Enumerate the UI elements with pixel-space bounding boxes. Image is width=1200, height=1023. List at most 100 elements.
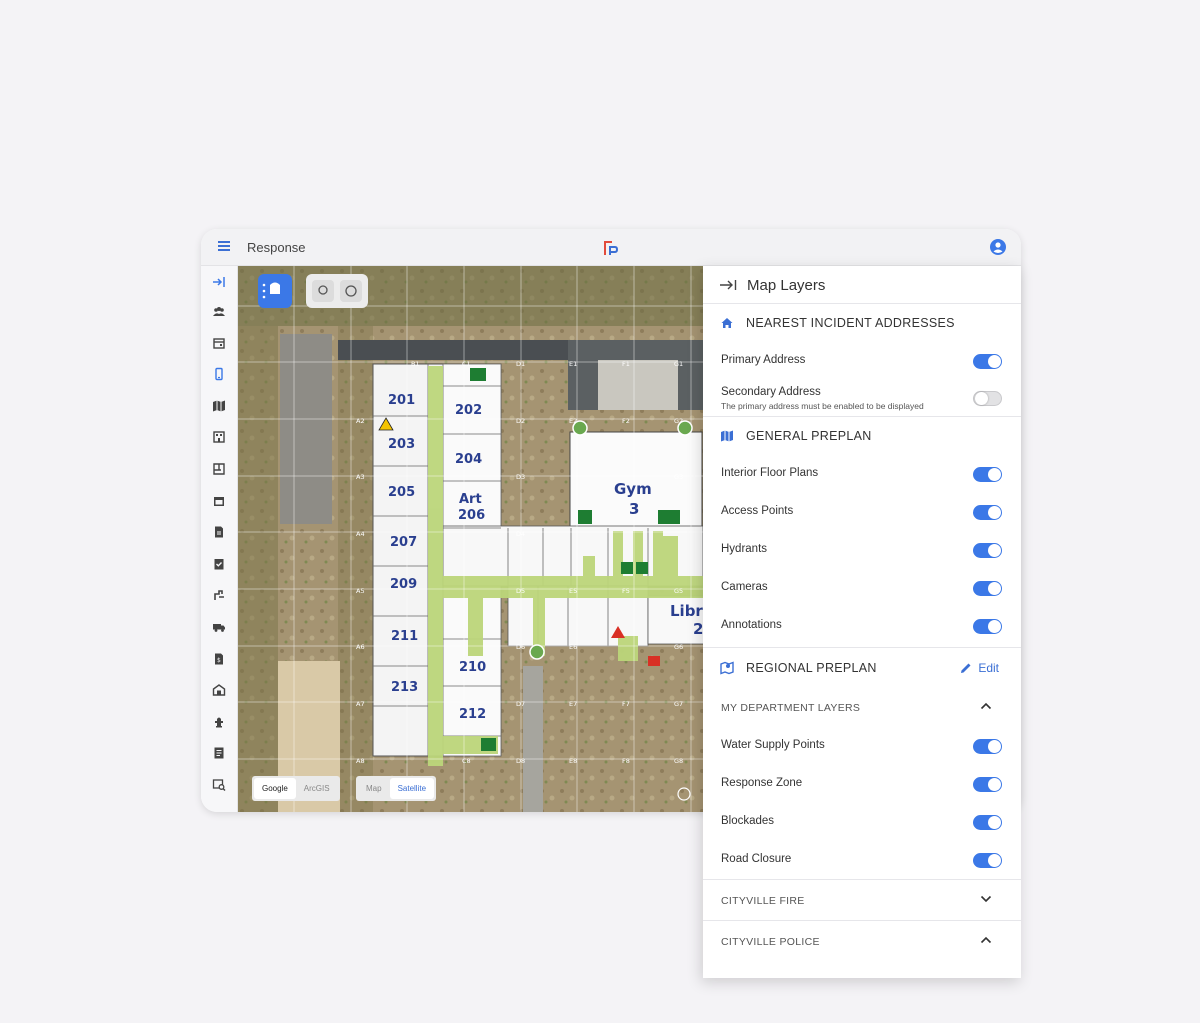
truck-icon[interactable] <box>212 620 226 634</box>
edit-regional-button[interactable]: Edit <box>960 661 999 675</box>
map-icon[interactable] <box>212 399 226 413</box>
blockades-row: Blockades <box>703 803 1021 841</box>
room-label: Art <box>459 492 482 507</box>
mobile-device-icon[interactable] <box>212 367 226 381</box>
access-points-toggle[interactable] <box>973 505 1002 520</box>
document-icon[interactable] <box>212 525 226 539</box>
panel-header: Map Layers <box>703 266 1021 304</box>
blockades-toggle[interactable] <box>973 815 1002 830</box>
section-label: NEAREST INCIDENT ADDRESSES <box>746 316 955 330</box>
interior-floor-plans-toggle[interactable] <box>973 467 1002 482</box>
cityville-fire-header[interactable]: CITYVILLE FIRE <box>703 880 1021 920</box>
top-bar: Response <box>201 229 1021 266</box>
room-label: 212 <box>459 707 486 722</box>
station-icon[interactable] <box>212 683 226 697</box>
room-label: 203 <box>388 437 415 452</box>
svg-text:F2: F2 <box>622 417 630 425</box>
row-label: Annotations <box>721 619 782 631</box>
user-account-icon[interactable] <box>990 239 1006 255</box>
arcgis-source-option[interactable]: ArcGIS <box>296 778 338 799</box>
svg-text:G1: G1 <box>674 360 683 368</box>
row-label: Cameras <box>721 581 768 593</box>
room-label: 205 <box>388 485 415 500</box>
svg-text:D7: D7 <box>516 700 525 708</box>
svg-text:F7: F7 <box>622 700 630 708</box>
svg-text:D4: D4 <box>516 530 525 538</box>
water-supply-points-toggle[interactable] <box>973 739 1002 754</box>
row-label: Hydrants <box>721 543 768 555</box>
invoice-icon[interactable]: $ <box>212 652 226 666</box>
cameras-row: Cameras <box>703 569 1021 607</box>
expand-rail-icon[interactable] <box>212 275 226 289</box>
team-icon[interactable] <box>212 305 226 319</box>
svg-text:A6: A6 <box>356 643 365 651</box>
response-zone-toggle[interactable] <box>973 777 1002 792</box>
svg-text:D3: D3 <box>516 473 525 481</box>
secondary-address-toggle[interactable] <box>973 391 1002 406</box>
room-label: 210 <box>459 660 486 675</box>
svg-text:D8: D8 <box>516 757 525 765</box>
svg-text:F1: F1 <box>622 360 630 368</box>
svg-text:E5: E5 <box>569 587 577 595</box>
row-label: Water Supply Points <box>721 739 825 751</box>
my-department-layers-header[interactable]: MY DEPARTMENT LAYERS <box>703 687 1021 727</box>
chevron-down-icon[interactable] <box>980 895 992 903</box>
room-label: 204 <box>455 452 482 467</box>
chevron-up-icon[interactable] <box>980 702 992 710</box>
schedule-icon[interactable] <box>212 494 226 508</box>
google-source-option[interactable]: Google <box>254 778 296 799</box>
svg-text:E1: E1 <box>569 360 577 368</box>
hydrants-row: Hydrants <box>703 531 1021 569</box>
pencil-icon <box>961 663 971 673</box>
road-closure-toggle[interactable] <box>973 853 1002 868</box>
building-icon[interactable] <box>212 430 226 444</box>
cityville-police-header[interactable]: CITYVILLE POLICE <box>703 921 1021 961</box>
access-points-row: Access Points <box>703 493 1021 531</box>
svg-text:B1: B1 <box>411 360 420 368</box>
map-layers-panel: Map Layers NEAREST INCIDENT ADDRESSES Pr… <box>703 266 1021 978</box>
menu-icon[interactable] <box>218 241 230 251</box>
fire-hydrant-icon[interactable] <box>212 715 226 729</box>
checklist-icon[interactable] <box>212 557 226 571</box>
map-source-switch: Google ArcGIS <box>252 776 340 801</box>
svg-text:F8: F8 <box>622 757 630 765</box>
row-note: The primary address must be enabled to b… <box>721 401 924 411</box>
water-supply-points-row: Water Supply Points <box>703 727 1021 765</box>
room-label: 2 <box>693 620 703 638</box>
svg-text:G5: G5 <box>674 587 683 595</box>
calendar-event-icon[interactable] <box>212 336 226 350</box>
map-type-option[interactable]: Map <box>358 778 390 799</box>
search-records-icon[interactable] <box>212 778 226 792</box>
primary-address-toggle[interactable] <box>973 354 1002 369</box>
annotations-toggle[interactable] <box>973 619 1002 634</box>
svg-text:G7: G7 <box>674 700 683 708</box>
edit-label: Edit <box>978 661 999 675</box>
row-label: Primary Address <box>721 354 806 366</box>
floor-plan-icon[interactable] <box>212 462 226 476</box>
comment-tool-button[interactable] <box>340 280 362 302</box>
subsection-label: MY DEPARTMENT LAYERS <box>721 702 861 714</box>
cameras-toggle[interactable] <box>973 581 1002 596</box>
location-pin-tool-button[interactable] <box>312 280 334 302</box>
row-label: Response Zone <box>721 777 803 789</box>
collapse-panel-icon[interactable] <box>719 279 737 291</box>
svg-text:D2: D2 <box>516 417 525 425</box>
svg-text:C8: C8 <box>462 757 471 765</box>
room-label: 207 <box>390 535 417 550</box>
home-icon <box>721 318 733 328</box>
report-icon[interactable] <box>212 746 226 760</box>
svg-text:G3: G3 <box>674 473 683 481</box>
room-label: Libr <box>670 602 703 620</box>
svg-text:G8: G8 <box>674 757 683 765</box>
room-label: 201 <box>388 393 415 408</box>
satellite-type-option[interactable]: Satellite <box>389 778 435 799</box>
hydrants-toggle[interactable] <box>973 543 1002 558</box>
nearest-addresses-section-header: NEAREST INCIDENT ADDRESSES <box>703 304 1021 342</box>
general-preplan-section-header: GENERAL PREPLAN <box>703 417 1021 455</box>
chevron-up-icon[interactable] <box>980 936 992 944</box>
row-label: Road Closure <box>721 853 792 865</box>
hydrant-valve-icon[interactable] <box>212 588 226 602</box>
svg-text:D1: D1 <box>516 360 525 368</box>
row-label: Blockades <box>721 815 775 827</box>
subsection-label: CITYVILLE POLICE <box>721 936 820 948</box>
